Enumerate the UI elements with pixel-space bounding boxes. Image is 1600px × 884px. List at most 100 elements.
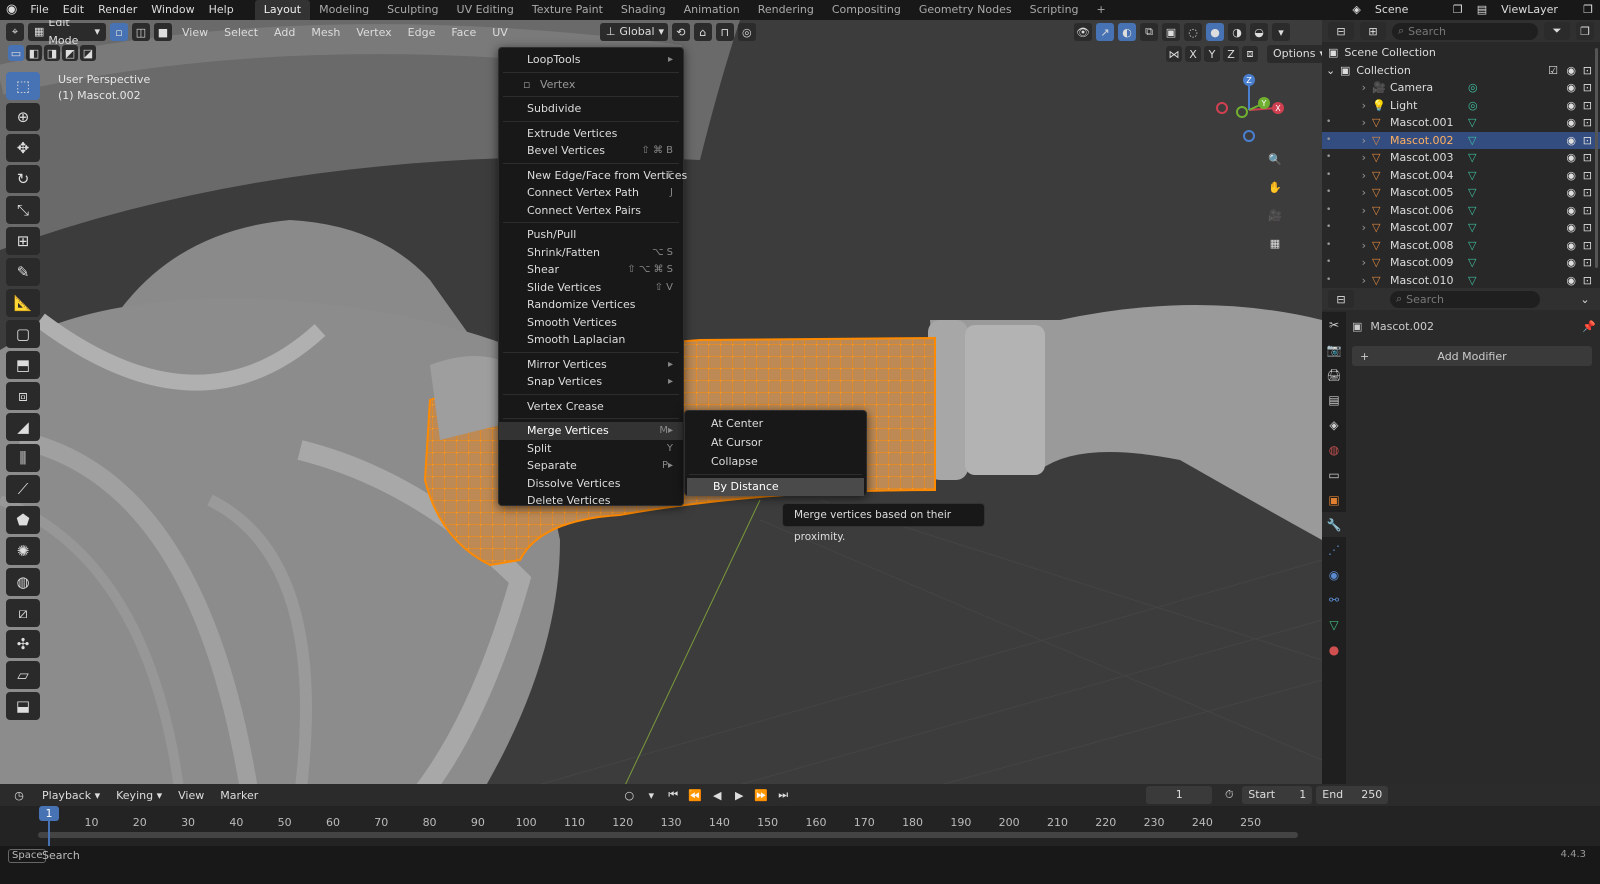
edit-mode-dot-icon[interactable]: • (1326, 149, 1338, 167)
rip-region-tool-icon[interactable]: ⬓ (6, 692, 40, 720)
menu-item-connect-vertex-pairs[interactable]: Connect Vertex Pairs (499, 202, 683, 220)
edit-mode-dot-icon[interactable]: • (1326, 272, 1338, 290)
mesh-data-icon[interactable]: ▽ (1468, 237, 1476, 255)
menu-face[interactable]: Face (445, 26, 482, 39)
menu-item-shrink-fatten[interactable]: Shrink/Fatten ⌥ S (499, 244, 683, 262)
camera-render-icon[interactable]: ⊡ (1583, 97, 1592, 115)
gizmo-toggle-icon[interactable]: ↗ (1096, 23, 1114, 41)
chevron-down-icon[interactable]: ⌄ (1576, 290, 1594, 308)
tab-compositing[interactable]: Compositing (823, 0, 910, 20)
collection-tab-icon[interactable]: ▭ (1322, 462, 1346, 487)
tab-modeling[interactable]: Modeling (310, 0, 378, 20)
menu-item-randomize-vertices[interactable]: Randomize Vertices (499, 296, 683, 314)
eye-icon[interactable]: ◉ (1566, 237, 1576, 255)
auto-keying-icon[interactable]: ○ (620, 786, 638, 804)
menu-item-snap-vertices[interactable]: Snap Vertices ▸ (499, 373, 683, 391)
add-modifier-button[interactable]: + Add Modifier (1352, 346, 1592, 366)
spin-tool-icon[interactable]: ✺ (6, 537, 40, 565)
camera-render-icon[interactable]: ⊡ (1583, 219, 1592, 237)
constraints-tab-icon[interactable]: ⚯ (1322, 587, 1346, 612)
tab-texture-paint[interactable]: Texture Paint (523, 0, 612, 20)
scene-collection-row[interactable]: ▣ Scene Collection (1322, 44, 1600, 62)
edge-slide-tool-icon[interactable]: ⧄ (6, 599, 40, 627)
mirror-icon[interactable]: ⋈ (1166, 46, 1182, 62)
edit-mode-dot-icon[interactable]: • (1326, 237, 1338, 255)
zoom-icon[interactable]: 🔍 (1264, 148, 1286, 170)
camera-view-icon[interactable]: 🎥 (1264, 204, 1286, 226)
timeline-editor-icon[interactable]: ◷ (6, 786, 32, 804)
end-frame-field[interactable]: End 250 (1316, 786, 1389, 804)
current-frame-field[interactable]: 1 (1146, 786, 1213, 804)
mesh-edit-overlays-icon[interactable]: ⧉ (1140, 23, 1158, 41)
outliner-row-mascot-008[interactable]: • › ▽ Mascot.008 ▽ ◉ ⊡ (1322, 237, 1600, 255)
properties-editor-icon[interactable]: ⊟ (1328, 290, 1354, 308)
outliner-row-mascot-006[interactable]: • › ▽ Mascot.006 ▽ ◉ ⊡ (1322, 202, 1600, 220)
outliner-row-mascot-007[interactable]: • › ▽ Mascot.007 ▽ ◉ ⊡ (1322, 219, 1600, 237)
menu-item-extrude-vertices[interactable]: Extrude Vertices (499, 125, 683, 143)
mesh-data-icon[interactable]: ▽ (1468, 202, 1476, 220)
edit-mode-dot-icon[interactable]: • (1326, 114, 1338, 132)
properties-search-input[interactable]: ⌕ Search (1390, 290, 1540, 308)
camera-render-icon[interactable]: ⊡ (1583, 202, 1592, 220)
edit-mode-dot-icon[interactable]: • (1326, 202, 1338, 220)
menu-render[interactable]: Render (91, 0, 144, 20)
menu-help[interactable]: Help (202, 0, 241, 20)
edit-mode-dot-icon[interactable]: • (1326, 184, 1338, 202)
camera-render-icon[interactable]: ⊡ (1583, 62, 1592, 80)
menu-marker[interactable]: Marker (214, 789, 264, 802)
merge-at-cursor[interactable]: At Cursor (685, 433, 866, 452)
eye-icon[interactable]: ◉ (1566, 132, 1576, 150)
camera-render-icon[interactable]: ⊡ (1583, 237, 1592, 255)
material-shading-icon[interactable]: ◑ (1228, 23, 1246, 41)
menu-window[interactable]: Window (144, 0, 201, 20)
menu-item-connect-vertex-path[interactable]: Connect Vertex Path J (499, 184, 683, 202)
outliner-row-mascot-004[interactable]: • › ▽ Mascot.004 ▽ ◉ ⊡ (1322, 167, 1600, 185)
mode-dropdown[interactable]: ▦ Edit Mode ▾ (28, 20, 106, 47)
menu-select[interactable]: Select (218, 26, 264, 39)
chevron-right-icon[interactable]: › (1338, 149, 1366, 167)
eye-icon[interactable]: ◉ (1566, 149, 1576, 167)
eye-icon[interactable]: ◉ (1566, 272, 1576, 290)
scene-tab-icon[interactable]: ◈ (1322, 412, 1346, 437)
tab-geometry-nodes[interactable]: Geometry Nodes (910, 0, 1021, 20)
menu-item-delete-vertices[interactable]: Delete Vertices (499, 492, 683, 510)
chevron-right-icon[interactable]: › (1338, 237, 1366, 255)
shrink-fatten-tool-icon[interactable]: ✣ (6, 630, 40, 658)
menu-playback[interactable]: Playback ▾ (36, 789, 106, 802)
transform-orientation-dropdown[interactable]: ⊥ Global ▾ (599, 23, 668, 41)
pin-icon[interactable]: 📌 (1582, 320, 1596, 333)
scene-icon[interactable]: ◈ (1345, 0, 1367, 20)
shading-options-icon[interactable]: ▾ (1272, 23, 1290, 41)
auto-merge-icon[interactable]: ⧈ (1242, 46, 1258, 62)
camera-render-icon[interactable]: ⊡ (1583, 132, 1592, 150)
select-extend-icon[interactable]: ◧ (26, 45, 42, 61)
chevron-right-icon[interactable]: › (1338, 202, 1366, 220)
display-mode-icon[interactable]: ⊞ (1360, 22, 1386, 40)
add-workspace-button[interactable]: + (1088, 0, 1115, 20)
options-dropdown[interactable]: Options ▾ (1267, 45, 1322, 63)
mirror-y-toggle[interactable]: Y (1204, 46, 1220, 62)
menu-item-split[interactable]: Split Y (499, 440, 683, 458)
tab-scripting[interactable]: Scripting (1021, 0, 1088, 20)
edit-mode-dot-icon[interactable]: • (1326, 167, 1338, 185)
annotate-tool-icon[interactable]: ✎ (6, 258, 40, 286)
outliner-row-mascot-005[interactable]: • › ▽ Mascot.005 ▽ ◉ ⊡ (1322, 184, 1600, 202)
mesh-data-icon[interactable]: ▽ (1468, 149, 1476, 167)
outliner-search-input[interactable]: ⌕ Search (1392, 22, 1538, 40)
merge-collapse[interactable]: Collapse (685, 452, 866, 471)
menu-item-merge-vertices[interactable]: Merge Vertices M▸ (499, 422, 683, 440)
chevron-right-icon[interactable]: › (1338, 97, 1366, 115)
light-data-icon[interactable]: ◎ (1468, 97, 1478, 115)
scale-tool-icon[interactable]: ⤡ (6, 196, 40, 224)
cursor-tool-icon[interactable]: ⊕ (6, 103, 40, 131)
timeline-scrollbar[interactable] (38, 832, 1298, 838)
snap-target-icon[interactable]: ⊓ (715, 23, 734, 41)
menu-item-push-pull[interactable]: Push/Pull (499, 226, 683, 244)
playhead-frame[interactable]: 1 (39, 806, 59, 821)
face-select-mode-icon[interactable]: ■ (154, 23, 172, 41)
poly-build-tool-icon[interactable]: ⬟ (6, 506, 40, 534)
smooth-tool-icon[interactable]: ◍ (6, 568, 40, 596)
eye-icon[interactable]: ◉ (1566, 97, 1576, 115)
menu-item-shear[interactable]: Shear ⇧ ⌥ ⌘ S (499, 261, 683, 279)
outliner-row-mascot-010[interactable]: • › ▽ Mascot.010 ▽ ◉ ⊡ (1322, 272, 1600, 290)
